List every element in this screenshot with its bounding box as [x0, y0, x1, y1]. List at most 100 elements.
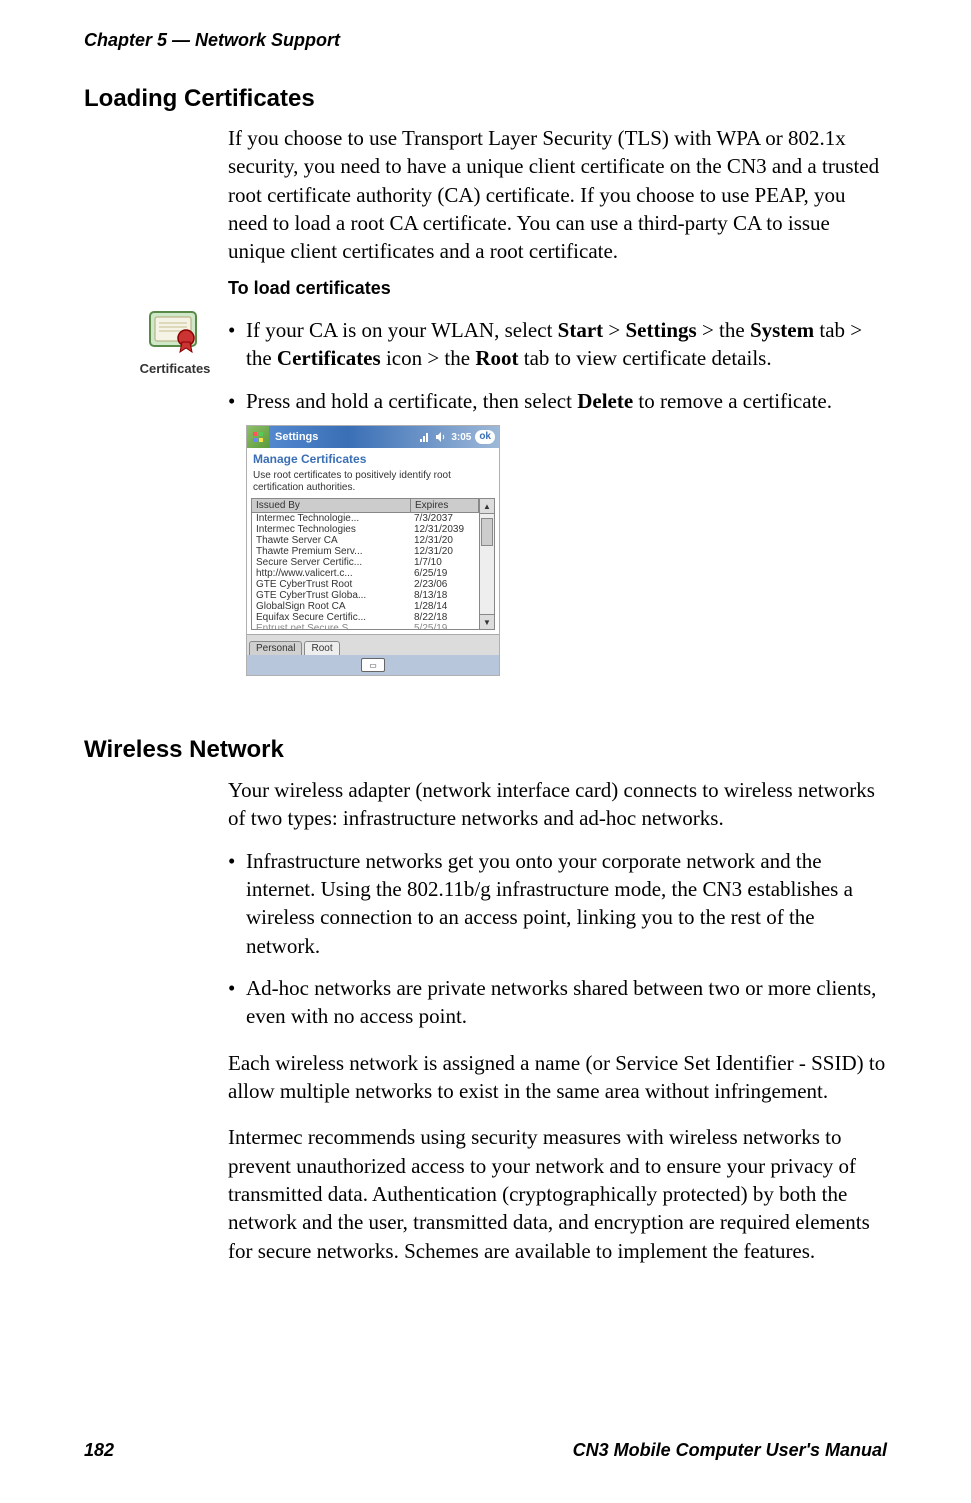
running-header: Chapter 5 — Network Support — [84, 30, 340, 51]
table-row[interactable]: Entrust.net Secure S...5/25/19 — [252, 623, 479, 629]
cell-issued: Equifax Secure Certific... — [252, 612, 410, 623]
section2-b2-text: Ad-hoc networks are private networks sha… — [246, 974, 888, 1031]
bullet-1: • If your CA is on your WLAN, select Sta… — [228, 316, 888, 373]
txt: > the — [697, 318, 750, 342]
cell-expires: 6/25/19 — [410, 568, 479, 579]
start-flag-icon[interactable] — [247, 426, 269, 448]
sip-bar: ▭ — [247, 655, 499, 675]
ok-button[interactable]: ok — [475, 430, 495, 444]
scrollbar[interactable]: ▲ ▼ — [480, 498, 495, 630]
cell-issued: Thawte Premium Serv... — [252, 546, 410, 557]
manual-title: CN3 Mobile Computer User's Manual — [573, 1440, 887, 1461]
cell-expires: 8/22/18 — [410, 612, 479, 623]
connection-icon[interactable] — [419, 431, 431, 443]
subheading-to-load: To load certificates — [228, 278, 888, 299]
cell-expires: 12/31/20 — [410, 535, 479, 546]
scroll-up-icon[interactable]: ▲ — [480, 499, 494, 514]
bullet-2-text: Press and hold a certificate, then selec… — [246, 387, 888, 415]
cell-issued: Entrust.net Secure S... — [252, 623, 410, 629]
bullet-dot: • — [228, 974, 246, 1031]
certificate-icon — [146, 308, 204, 354]
cell-expires: 5/25/19 — [410, 623, 479, 629]
page: Chapter 5 — Network Support Loading Cert… — [0, 0, 971, 1503]
scroll-down-icon[interactable]: ▼ — [480, 614, 494, 629]
ss-title[interactable]: Settings — [269, 431, 419, 443]
ss-tray: 3:05 ok — [419, 430, 499, 444]
section2-bullet-1: • Infrastructure networks get you onto y… — [228, 847, 888, 960]
ss-titlebar: Settings 3:05 ok — [247, 426, 499, 448]
table-header-row: Issued By Expires — [252, 499, 479, 513]
ss-description: Use root certificates to positively iden… — [247, 468, 499, 498]
table-row[interactable]: GTE CyberTrust Globa...8/13/18 — [252, 590, 479, 601]
table-row[interactable]: GlobalSign Root CA1/28/14 — [252, 601, 479, 612]
heading-loading-certificates: Loading Certificates — [84, 85, 315, 113]
section2-body: Your wireless adapter (network interface… — [228, 776, 888, 1265]
table-row[interactable]: Thawte Premium Serv...12/31/20 — [252, 546, 479, 557]
cell-expires: 12/31/2039 — [410, 524, 479, 535]
page-number: 182 — [84, 1440, 114, 1461]
cell-issued: Thawte Server CA — [252, 535, 410, 546]
txt: Press and hold a certificate, then selec… — [246, 389, 577, 413]
section2-bullet-2: • Ad-hoc networks are private networks s… — [228, 974, 888, 1031]
cell-issued: GlobalSign Root CA — [252, 601, 410, 612]
section2-p3: Intermec recommends using security measu… — [228, 1123, 888, 1265]
speaker-icon[interactable] — [435, 431, 447, 443]
cell-expires: 2/23/06 — [410, 579, 479, 590]
table-row[interactable]: Intermec Technologie...7/3/2037 — [252, 513, 479, 524]
table-row[interactable]: Thawte Server CA12/31/20 — [252, 535, 479, 546]
cell-expires: 8/13/18 — [410, 590, 479, 601]
table-row[interactable]: GTE CyberTrust Root2/23/06 — [252, 579, 479, 590]
cell-issued: Intermec Technologies — [252, 524, 410, 535]
bullet-dot: • — [228, 847, 246, 960]
col-expires[interactable]: Expires — [411, 499, 479, 512]
cell-issued: Secure Server Certific... — [252, 557, 410, 568]
kw-delete: Delete — [577, 389, 633, 413]
txt: icon > the — [381, 346, 476, 370]
cell-issued: http://www.valicert.c... — [252, 568, 410, 579]
ss-tab-bar: Personal Root — [247, 634, 499, 655]
scroll-thumb[interactable] — [481, 518, 493, 546]
section1-bullets: • If your CA is on your WLAN, select Sta… — [228, 306, 888, 676]
col-issued-by[interactable]: Issued By — [252, 499, 411, 512]
tab-personal[interactable]: Personal — [249, 641, 302, 655]
table-row[interactable]: http://www.valicert.c...6/25/19 — [252, 568, 479, 579]
cell-issued: GTE CyberTrust Root — [252, 579, 410, 590]
tab-root[interactable]: Root — [304, 641, 339, 655]
certificates-app-icon: Certificates — [130, 308, 220, 376]
txt: to remove a certificate. — [633, 389, 832, 413]
section2-b1-text: Infrastructure networks get you onto you… — [246, 847, 888, 960]
cell-issued: GTE CyberTrust Globa... — [252, 590, 410, 601]
heading-wireless-network: Wireless Network — [84, 736, 284, 764]
bullet-dot: • — [228, 316, 246, 373]
table-row[interactable]: Equifax Secure Certific...8/22/18 — [252, 612, 479, 623]
kw-root: Root — [475, 346, 518, 370]
section2-p1: Your wireless adapter (network interface… — [228, 776, 888, 833]
certificates-table: Issued By Expires Intermec Technologie..… — [251, 498, 480, 630]
page-footer: 182 CN3 Mobile Computer User's Manual — [84, 1440, 887, 1461]
ss-table-wrap: Issued By Expires Intermec Technologie..… — [247, 498, 499, 634]
txt: > — [603, 318, 625, 342]
section2-p2: Each wireless network is assigned a name… — [228, 1049, 888, 1106]
ss-subtitle: Manage Certificates — [247, 448, 499, 468]
kw-settings: Settings — [626, 318, 697, 342]
keyboard-icon[interactable]: ▭ — [361, 658, 385, 672]
section1-intro: If you choose to use Transport Layer Sec… — [228, 124, 888, 266]
table-row[interactable]: Intermec Technologies12/31/2039 — [252, 524, 479, 535]
kw-system: System — [750, 318, 814, 342]
cell-expires: 7/3/2037 — [410, 513, 479, 524]
bullet-1-text: If your CA is on your WLAN, select Start… — [246, 316, 888, 373]
txt: If your CA is on your WLAN, select — [246, 318, 558, 342]
bullet-dot: • — [228, 387, 246, 415]
table-body: Intermec Technologie...7/3/2037Intermec … — [252, 513, 479, 629]
table-row[interactable]: Secure Server Certific...1/7/10 — [252, 557, 479, 568]
certificates-screenshot: Settings 3:05 ok Manage Certificates Use… — [246, 425, 500, 676]
ss-time: 3:05 — [451, 432, 471, 443]
cell-expires: 1/7/10 — [410, 557, 479, 568]
section1-body: If you choose to use Transport Layer Sec… — [228, 124, 888, 299]
cell-issued: Intermec Technologie... — [252, 513, 410, 524]
certificates-icon-label: Certificates — [130, 361, 220, 376]
scroll-track[interactable] — [480, 514, 494, 614]
kw-start: Start — [558, 318, 604, 342]
bullet-2: • Press and hold a certificate, then sel… — [228, 387, 888, 415]
txt: tab to view certificate details. — [519, 346, 772, 370]
